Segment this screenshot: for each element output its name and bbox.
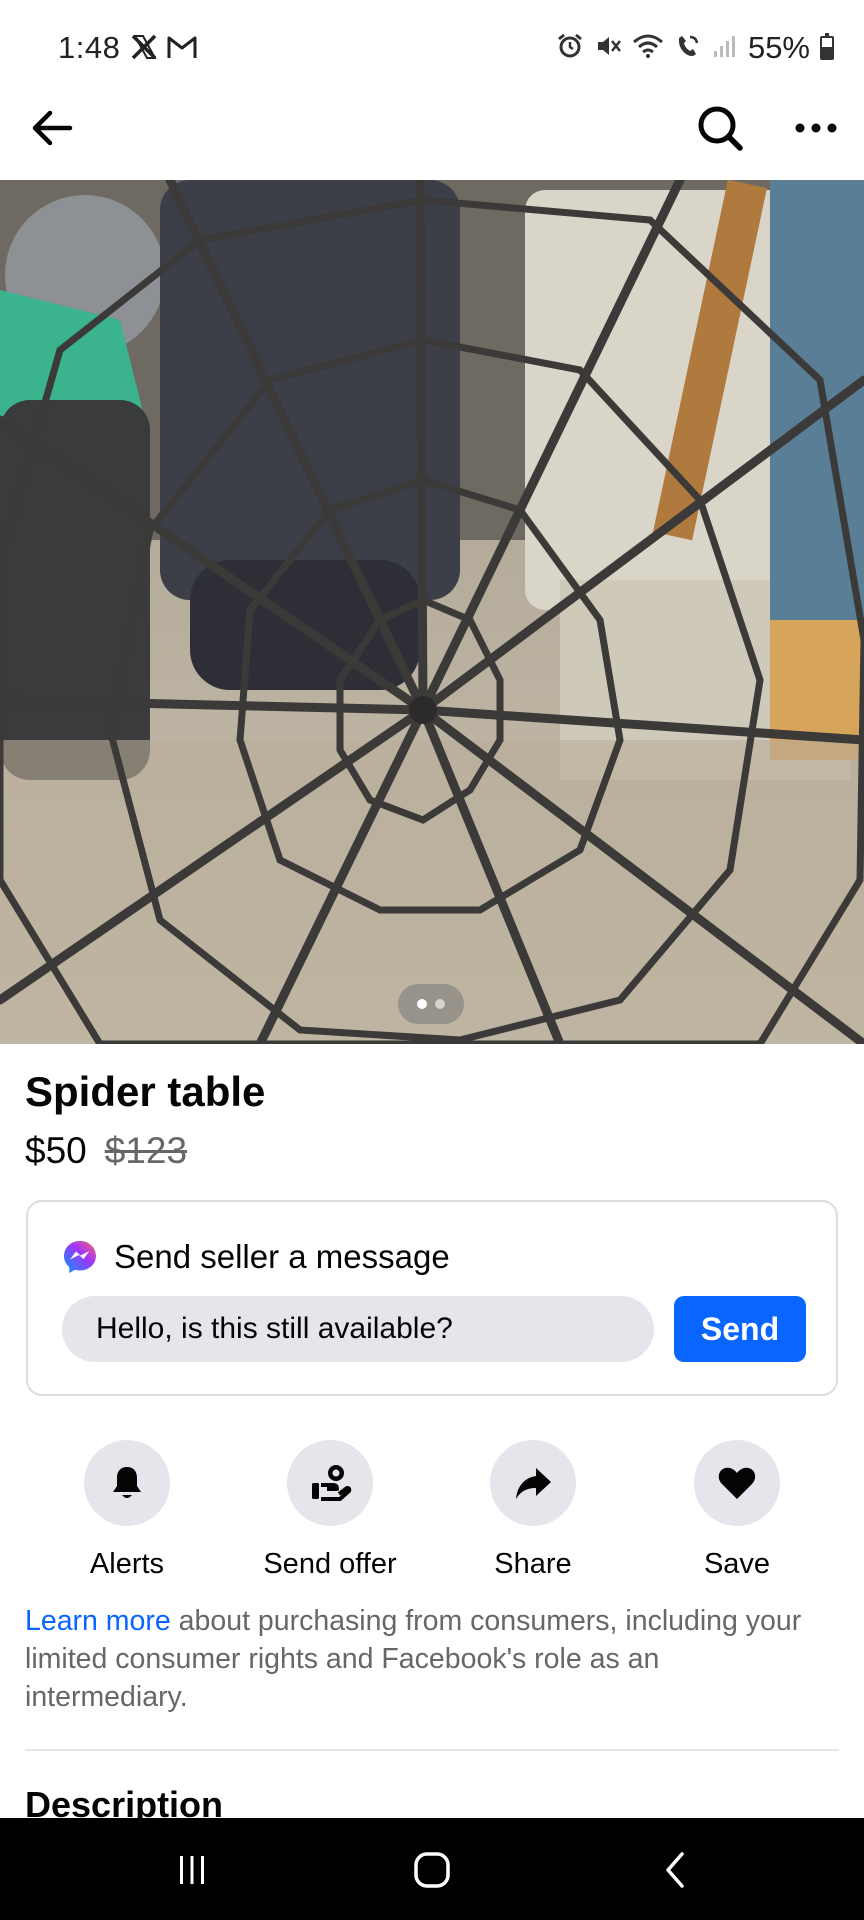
- x-icon: [130, 33, 158, 66]
- listing-actions: Alerts Send offer Share Save: [0, 1440, 864, 1580]
- share-icon: [516, 1468, 551, 1499]
- consumer-disclaimer: Learn more about purchasing from consume…: [25, 1602, 825, 1716]
- home-icon: [414, 1852, 450, 1888]
- search-button[interactable]: [692, 100, 748, 156]
- wifi-icon: [632, 33, 664, 64]
- listing-price: $50: [25, 1130, 87, 1171]
- more-options-button[interactable]: [788, 100, 844, 156]
- gmail-icon: [166, 34, 198, 65]
- status-notification-icons: [130, 33, 198, 66]
- more-icon: [795, 123, 837, 133]
- save-button[interactable]: Save: [642, 1440, 832, 1581]
- save-label: Save: [703, 1548, 771, 1580]
- heart-icon: [718, 1467, 756, 1499]
- battery-percent: 55%: [747, 30, 810, 65]
- search-icon: [698, 106, 743, 151]
- alerts-circle[interactable]: [84, 1440, 170, 1526]
- system-back-button[interactable]: [631, 1840, 721, 1900]
- recents-button[interactable]: [147, 1840, 237, 1900]
- system-nav-bar: [0, 1818, 864, 1920]
- price-row: $50 $123: [25, 1130, 187, 1172]
- mute-icon: [594, 32, 622, 65]
- home-button[interactable]: [387, 1840, 477, 1900]
- spider-web-table-image: [0, 180, 864, 1044]
- listing-photo[interactable]: [0, 180, 864, 1044]
- offer-icon: [312, 1465, 352, 1501]
- send-button[interactable]: Send: [674, 1296, 806, 1362]
- back-button[interactable]: [26, 102, 78, 154]
- photo-pager[interactable]: [398, 984, 464, 1024]
- alerts-label: Alerts: [89, 1548, 165, 1580]
- recents-icon: [180, 1856, 204, 1884]
- message-input[interactable]: [62, 1296, 654, 1362]
- share-label: Share: [494, 1548, 572, 1580]
- status-time: 1:48: [58, 30, 121, 65]
- save-circle[interactable]: [694, 1440, 780, 1526]
- status-bar: 1:48 55%: [0, 0, 864, 96]
- signal-icon: [712, 33, 738, 64]
- back-arrow-icon: [32, 110, 73, 146]
- bell-icon: [113, 1467, 141, 1498]
- pager-dot-active[interactable]: [417, 999, 427, 1009]
- top-app-bar: [0, 96, 864, 180]
- status-system-icons: 55%: [556, 30, 834, 66]
- alerts-button[interactable]: Alerts: [32, 1440, 222, 1581]
- messenger-icon: [64, 1241, 96, 1273]
- send-offer-label: Send offer: [263, 1548, 397, 1580]
- wifi-calling-icon: [674, 32, 702, 65]
- share-circle[interactable]: [490, 1440, 576, 1526]
- alarm-icon: [556, 32, 584, 65]
- message-card-header: Send seller a message: [62, 1238, 450, 1276]
- back-icon: [666, 1852, 684, 1888]
- send-offer-button[interactable]: Send offer: [235, 1440, 425, 1581]
- share-button[interactable]: Share: [438, 1440, 628, 1581]
- send-offer-circle[interactable]: [287, 1440, 373, 1526]
- message-card-title: Send seller a message: [114, 1238, 450, 1275]
- battery-icon: [820, 33, 834, 60]
- message-seller-card: Send seller a message Send: [26, 1200, 838, 1396]
- learn-more-link[interactable]: Learn more: [25, 1605, 171, 1637]
- pager-dot[interactable]: [435, 999, 445, 1009]
- original-price: $123: [104, 1130, 188, 1171]
- section-divider: [25, 1749, 839, 1751]
- listing-title: Spider table: [25, 1068, 266, 1115]
